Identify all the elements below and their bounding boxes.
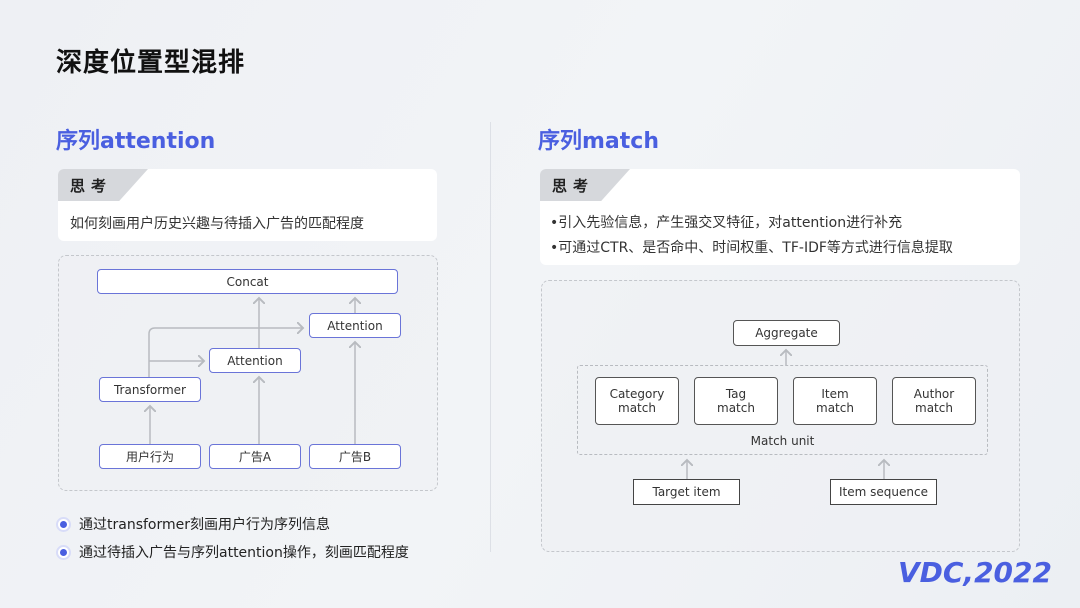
node-target-item: Target item	[633, 479, 740, 505]
node-attention-a: Attention	[209, 348, 301, 373]
think-text: 如何刻画用户历史兴趣与待插入广告的匹配程度	[70, 216, 364, 232]
page-title: 深度位置型混排	[56, 48, 246, 78]
bullet-item: 通过待插入广告与序列attention操作，刻画匹配程度	[58, 538, 409, 566]
node-transformer: Transformer	[99, 377, 201, 402]
think-tag: 思考	[58, 169, 148, 201]
think-text-1: •引入先验信息，产生强交叉特征，对attention进行补充	[550, 215, 903, 231]
node-item-sequence: Item sequence	[830, 479, 937, 505]
match-unit-label: Match unit	[750, 434, 815, 448]
node-ad-a: 广告A	[209, 444, 301, 469]
node-attention-b: Attention	[309, 313, 401, 338]
node-item-match: Item match	[793, 377, 877, 425]
think-card-match: 思考 •引入先验信息，产生强交叉特征，对attention进行补充 •可通过CT…	[540, 169, 1020, 265]
think-text-2: •可通过CTR、是否命中、时间权重、TF-IDF等方式进行信息提取	[550, 240, 953, 256]
column-divider	[490, 122, 491, 552]
bullet-text: 通过transformer刻画用户行为序列信息	[79, 517, 331, 533]
bullet-dot-icon	[58, 518, 69, 530]
node-tag-match: Tag match	[694, 377, 778, 425]
vdc-logo: VDC,2022	[897, 556, 1052, 589]
node-category-match: Category match	[595, 377, 679, 425]
node-author-match: Author match	[892, 377, 976, 425]
bullet-text: 通过待插入广告与序列attention操作，刻画匹配程度	[79, 545, 409, 561]
bullet-dot-icon	[58, 546, 69, 558]
section-title-match: 序列match	[538, 129, 659, 154]
node-aggregate: Aggregate	[733, 320, 840, 346]
attention-bullets: 通过transformer刻画用户行为序列信息 通过待插入广告与序列attent…	[58, 510, 409, 566]
node-ad-b: 广告B	[309, 444, 401, 469]
think-tag: 思考	[540, 169, 630, 201]
section-title-attention: 序列attention	[56, 129, 216, 154]
node-user-behavior: 用户行为	[99, 444, 201, 469]
bullet-item: 通过transformer刻画用户行为序列信息	[58, 510, 409, 538]
think-card-attention: 思考 如何刻画用户历史兴趣与待插入广告的匹配程度	[58, 169, 437, 241]
node-concat: Concat	[97, 269, 398, 294]
